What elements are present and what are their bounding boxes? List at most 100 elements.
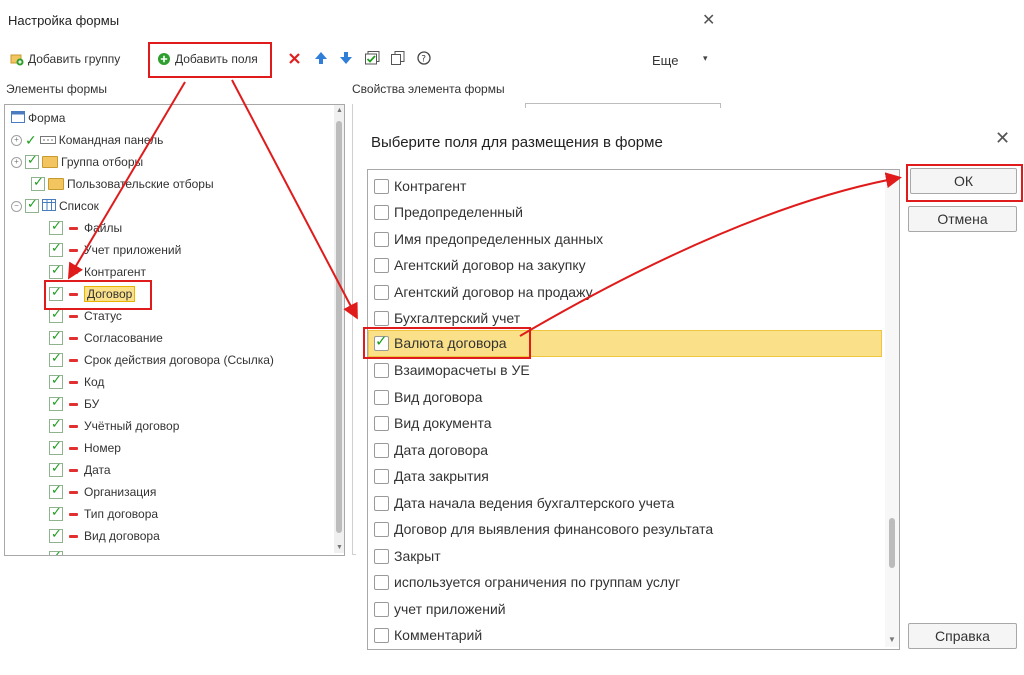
list-item[interactable]: Вид договора: [374, 386, 482, 408]
checkbox[interactable]: [49, 350, 63, 367]
field-icon: [69, 446, 78, 450]
tree-item-column[interactable]: Номер: [49, 438, 121, 457]
checkbox[interactable]: [49, 482, 63, 499]
scroll-up-icon[interactable]: ▲: [888, 172, 896, 181]
tree-item-column[interactable]: Организация: [49, 482, 156, 501]
scrollbar-thumb[interactable]: [336, 121, 342, 533]
check-all-icon[interactable]: [365, 51, 380, 68]
list-item[interactable]: Закрыт: [374, 545, 441, 567]
list-item[interactable]: используется ограничения по группам услу…: [374, 571, 680, 593]
checkbox[interactable]: [49, 218, 63, 235]
checkbox[interactable]: [374, 468, 389, 484]
help-icon[interactable]: ?: [417, 51, 431, 68]
copy-icon[interactable]: [391, 51, 405, 68]
tree-item-column[interactable]: Файлы: [49, 218, 122, 237]
list-item[interactable]: Дата закрытия: [374, 465, 489, 487]
list-item[interactable]: Контрагент: [374, 175, 466, 197]
list-item[interactable]: учет приложений: [374, 598, 506, 620]
more-dropdown-icon[interactable]: ▾: [703, 53, 708, 64]
tree-item-column[interactable]: Срок действия договора (Ссылка): [49, 350, 274, 369]
close-icon[interactable]: ✕: [702, 10, 715, 30]
tree-item-column[interactable]: Учётный договор: [49, 416, 179, 435]
checkbox[interactable]: [374, 574, 389, 590]
checkbox[interactable]: [49, 548, 63, 555]
checkbox[interactable]: [49, 328, 63, 345]
tree-item-column[interactable]: Дата: [49, 460, 111, 479]
tree-item-column[interactable]: Контрагент: [49, 262, 146, 281]
checkbox[interactable]: [49, 460, 63, 477]
list-item[interactable]: Агентский договор на закупку: [374, 254, 586, 276]
tree-item-column[interactable]: Согласование: [49, 328, 163, 347]
checkbox[interactable]: [374, 362, 389, 378]
expand-icon[interactable]: +: [11, 134, 22, 146]
checkbox[interactable]: [25, 152, 39, 169]
scrollbar-thumb[interactable]: [889, 518, 895, 568]
tree-item-column[interactable]: Учет приложений: [49, 240, 181, 259]
checkbox[interactable]: [49, 394, 63, 411]
list-item[interactable]: Вид документа: [374, 412, 491, 434]
checkbox[interactable]: [49, 504, 63, 521]
checkbox[interactable]: [49, 306, 63, 323]
expand-icon[interactable]: +: [11, 156, 22, 168]
checkbox[interactable]: [374, 495, 389, 511]
list-item[interactable]: Дата начала ведения бухгалтерского учета: [374, 492, 674, 514]
tree-item-filter-group[interactable]: + Группа отборы: [11, 152, 143, 171]
add-field-button[interactable]: Добавить поля: [157, 52, 258, 66]
checkbox[interactable]: [374, 415, 389, 431]
tree-item-column[interactable]: БУ: [49, 394, 99, 413]
list-item[interactable]: Взаиморасчеты в УЕ: [374, 359, 530, 381]
tree-item-column[interactable]: Вид договора: [49, 526, 160, 545]
scroll-down-icon[interactable]: ▼: [336, 544, 343, 551]
tree-item-form[interactable]: Форма: [11, 109, 65, 127]
checkbox[interactable]: [374, 178, 389, 194]
checkbox[interactable]: [49, 372, 63, 389]
ok-button[interactable]: ОК: [910, 168, 1017, 194]
help-button[interactable]: Справка: [908, 623, 1017, 649]
tree-item-column-partial[interactable]: [49, 548, 81, 555]
tree-item-user-filters[interactable]: Пользовательские отборы: [31, 174, 214, 193]
list-item[interactable]: Дата договора: [374, 439, 488, 461]
tree-item-column[interactable]: Тип договора: [49, 504, 158, 523]
delete-icon[interactable]: [288, 52, 301, 68]
list-scrollbar[interactable]: ▲ ▼: [885, 170, 899, 647]
checkbox[interactable]: [374, 204, 389, 220]
tree-item-list[interactable]: − Список: [11, 196, 99, 215]
checkbox[interactable]: [374, 310, 389, 326]
checkbox[interactable]: [374, 521, 389, 537]
checkbox[interactable]: [374, 548, 389, 564]
tree-item-command-panel[interactable]: + ✓ Командная панель: [11, 131, 163, 149]
list-item[interactable]: Агентский договор на продажу: [374, 281, 593, 303]
checkbox[interactable]: [374, 231, 389, 247]
dialog-close-icon[interactable]: ✕: [995, 128, 1010, 149]
checkbox[interactable]: [374, 627, 389, 643]
checkbox[interactable]: [25, 196, 39, 213]
tree-scrollbar[interactable]: ▲ ▼: [334, 105, 344, 553]
checkbox[interactable]: [49, 416, 63, 433]
checkbox[interactable]: [49, 526, 63, 543]
checkbox[interactable]: [31, 174, 45, 191]
list-item[interactable]: Договор для выявления финансового резуль…: [374, 518, 713, 540]
checkbox[interactable]: [49, 438, 63, 455]
tree-item-column[interactable]: Код: [49, 372, 104, 391]
checkbox[interactable]: [374, 389, 389, 405]
check-icon[interactable]: ✓: [25, 132, 37, 149]
checkbox[interactable]: [374, 442, 389, 458]
collapse-icon[interactable]: −: [11, 200, 22, 212]
checkbox[interactable]: [49, 240, 63, 257]
list-item[interactable]: Имя предопределенных данных: [374, 228, 603, 250]
checkbox[interactable]: [374, 601, 389, 617]
checkbox[interactable]: [374, 284, 389, 300]
cancel-button[interactable]: Отмена: [908, 206, 1017, 232]
add-group-button[interactable]: Добавить группу: [10, 52, 120, 66]
checkbox[interactable]: [49, 262, 63, 279]
move-up-icon[interactable]: [314, 51, 328, 68]
add-icon: [157, 52, 171, 66]
list-item[interactable]: Комментарий: [374, 624, 482, 646]
move-down-icon[interactable]: [339, 51, 353, 68]
scroll-down-icon[interactable]: ▼: [888, 635, 896, 644]
list-item[interactable]: Бухгалтерский учет: [374, 307, 520, 329]
checkbox[interactable]: [374, 257, 389, 273]
scroll-up-icon[interactable]: ▲: [336, 107, 343, 114]
list-item[interactable]: Предопределенный: [374, 201, 523, 223]
more-button[interactable]: Еще: [652, 53, 678, 68]
